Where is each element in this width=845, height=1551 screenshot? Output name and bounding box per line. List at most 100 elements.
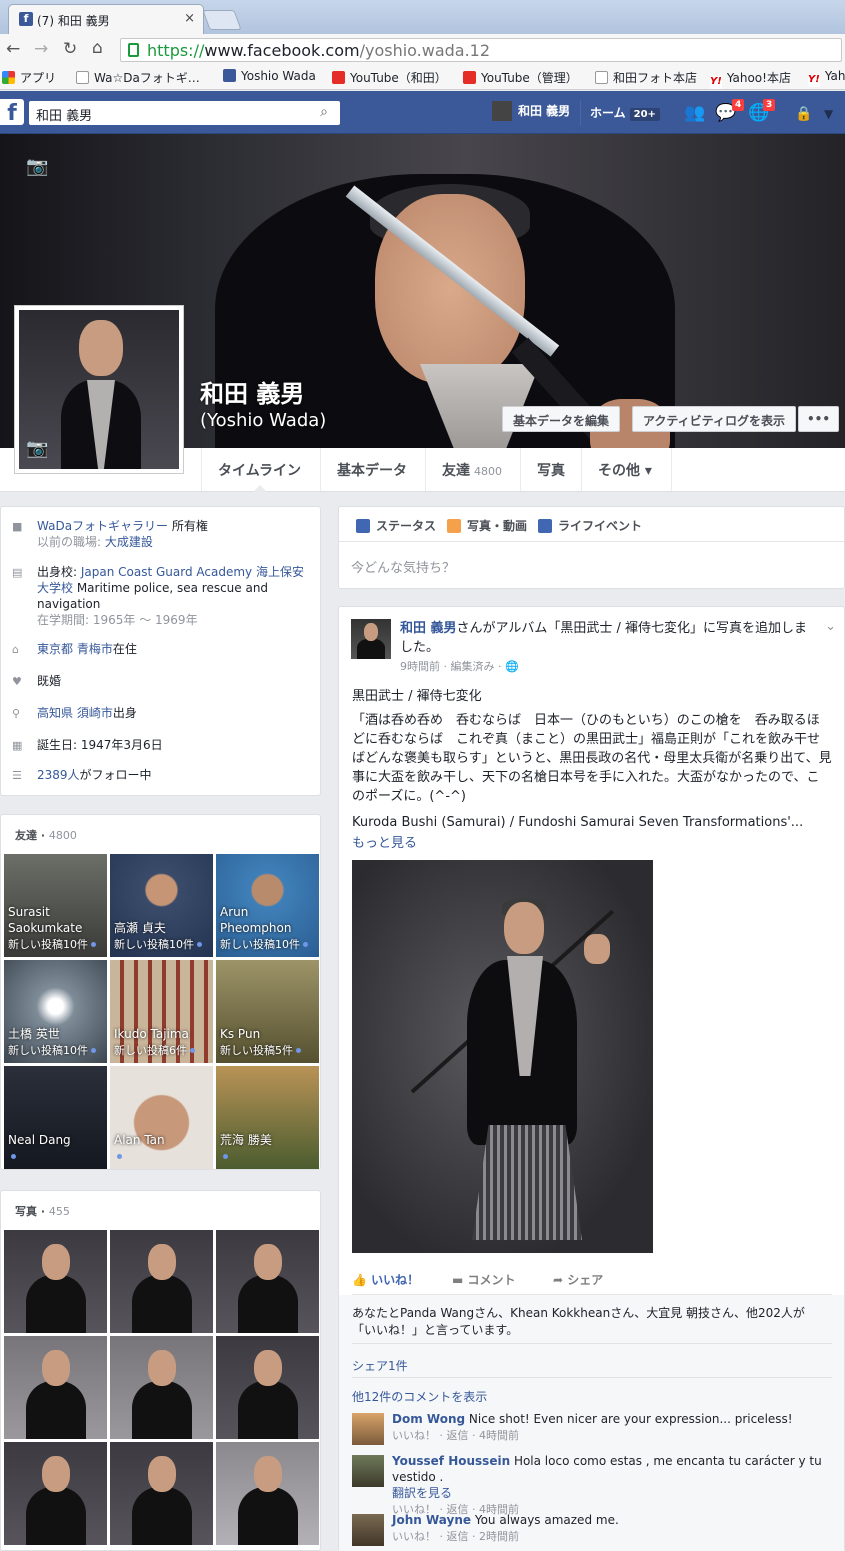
edit-profile-button[interactable]: 基本データを編集	[502, 406, 621, 432]
like-button[interactable]: 👍 いいね！	[352, 1271, 419, 1288]
user-profile-link[interactable]: 和田 義男	[492, 101, 570, 125]
commenter-avatar[interactable]	[352, 1413, 384, 1445]
friend-name: Alan Tan	[114, 1133, 165, 1147]
facebook-logo-icon[interactable]: f	[0, 99, 24, 126]
post-options-chevron-down-icon[interactable]: ⌄	[825, 619, 836, 634]
post-actions: 👍 いいね！ ▬ コメント ➦ シェア	[352, 1271, 832, 1291]
bookmark-item[interactable]: Y! Yahoo!本店	[710, 69, 791, 89]
post-action-text: さんがアルバム「黒田武士 / 褌侍七変化」に写真を追加しました。	[400, 621, 808, 655]
search-icon[interactable]: ⌕	[320, 104, 328, 120]
friend-tile[interactable]: Neal Dang	[4, 1066, 107, 1169]
bookmark-apps[interactable]: アプリ	[2, 69, 56, 86]
back-icon[interactable]: ←	[6, 39, 20, 59]
home-icon[interactable]: ⌂	[92, 38, 103, 58]
bookmark-item[interactable]: Y! Yah	[808, 69, 845, 87]
tab-close-icon[interactable]: ×	[184, 11, 195, 26]
commenter-avatar[interactable]	[352, 1455, 384, 1487]
work-place-link[interactable]: WaDaフォトギャラリー	[37, 519, 168, 533]
update-profile-picture-camera-icon[interactable]: 📷	[26, 438, 48, 459]
shares-link[interactable]: シェア1件	[352, 1357, 408, 1374]
update-cover-camera-icon[interactable]: 📷	[26, 156, 48, 177]
friend-tile[interactable]: Alan Tan	[110, 1066, 213, 1169]
tab-about[interactable]: 基本データ	[320, 448, 425, 491]
bookmark-item[interactable]: Wa☆Daフォトギ…	[76, 69, 200, 86]
hometown-link[interactable]: 高知県 須崎市	[37, 706, 113, 720]
share-button[interactable]: ➦ シェア	[553, 1271, 603, 1288]
home-link[interactable]: ホーム 20+	[590, 104, 660, 121]
friends-card-title[interactable]: 友達 · 4800	[15, 827, 77, 843]
friend-tile[interactable]: Arun Pheomphon 新しい投稿10件	[216, 854, 319, 957]
post-timestamp[interactable]: 9時間前 · 編集済み · 🌐	[400, 658, 519, 674]
likes-summary[interactable]: あなたとPanda Wangさん、Khean Kokkheanさん、大宜見 朝技…	[352, 1305, 822, 1339]
bookmark-item[interactable]: Yoshio Wada	[223, 69, 316, 83]
commenter-avatar[interactable]	[352, 1514, 384, 1546]
forward-icon[interactable]: →	[34, 39, 48, 59]
new-tab-button[interactable]	[202, 10, 242, 30]
composer-tab-photo-video[interactable]: 写真・動画	[447, 517, 527, 534]
photo-thumbnail[interactable]	[4, 1336, 107, 1439]
see-more-link[interactable]: もっと見る	[352, 832, 417, 851]
tab-more[interactable]: その他 ▾	[581, 448, 672, 491]
photo-thumbnail[interactable]	[4, 1230, 107, 1333]
lives-in-link[interactable]: 東京都 青梅市	[37, 642, 113, 656]
photo-thumbnail[interactable]	[216, 1442, 319, 1545]
photos-title: 写真	[15, 1205, 37, 1218]
post-author-avatar[interactable]	[351, 619, 391, 659]
photos-card-title[interactable]: 写真 · 455	[15, 1203, 70, 1219]
friend-tile[interactable]: Surasit Saokumkate 新しい投稿10件	[4, 854, 107, 957]
bookmark-label: YouTube（管理）	[481, 71, 578, 85]
commenter-name[interactable]: John Wayne	[392, 1513, 471, 1527]
photo-thumbnail[interactable]	[110, 1442, 213, 1545]
view-more-comments-link[interactable]: 他12件のコメントを表示	[352, 1388, 487, 1405]
commenter-name[interactable]: Youssef Houssein	[392, 1454, 510, 1468]
messages-badge: 4	[732, 99, 745, 111]
friend-tile[interactable]: 高瀬 貞夫 新しい投稿10件	[110, 854, 213, 957]
friends-count: 4800	[48, 829, 77, 842]
photo-thumbnail[interactable]	[216, 1336, 319, 1439]
address-bar[interactable]: https://www.facebook.com/yoshio.wada.12	[120, 38, 842, 62]
photo-thumbnail[interactable]	[4, 1442, 107, 1545]
comment-meta[interactable]: いいね！ · 返信 · 2時間前	[392, 1530, 519, 1543]
composer-tab-life-event[interactable]: ライフイベント	[538, 517, 642, 534]
composer-input[interactable]: 今どんな気持ち？	[351, 557, 455, 576]
photo-thumbnail[interactable]	[110, 1230, 213, 1333]
photo-thumbnail[interactable]	[110, 1336, 213, 1439]
photo-thumbnail[interactable]	[216, 1230, 319, 1333]
youtube-icon	[332, 71, 345, 84]
photo-icon	[447, 519, 461, 533]
bookmark-item[interactable]: YouTube（和田）	[332, 69, 447, 86]
commenter-name[interactable]: Dom Wong	[392, 1412, 465, 1426]
composer-tab-status[interactable]: ステータス	[356, 517, 436, 534]
followers-link[interactable]: 2389人	[37, 768, 80, 782]
tab-photos[interactable]: 写真	[520, 448, 581, 491]
location-pin-icon: ⚲	[12, 707, 21, 720]
avatar	[492, 101, 512, 121]
tab-friends[interactable]: 友達 4800	[425, 448, 520, 491]
flag-icon	[538, 519, 552, 533]
prev-work-link[interactable]: 大成建設	[105, 535, 153, 549]
more-options-button[interactable]: •••	[798, 406, 840, 432]
pencil-icon	[356, 519, 370, 533]
reload-icon[interactable]: ↻	[63, 39, 77, 59]
browser-tab[interactable]: f (7) 和田 義男 ×	[8, 4, 204, 34]
account-menu-chevron-down-icon[interactable]: ▼	[824, 107, 833, 121]
friend-tile[interactable]: 荒海 勝美	[216, 1066, 319, 1169]
view-activity-log-button[interactable]: アクティビティログを表示	[632, 406, 796, 432]
friend-tile[interactable]: 土橋 英世 新しい投稿10件	[4, 960, 107, 1063]
search-input[interactable]: 和田 義男 ⌕	[29, 101, 340, 125]
see-translation-link[interactable]: 翻訳を見る	[392, 1486, 452, 1500]
friend-tile[interactable]: Ks Pun 新しい投稿5件	[216, 960, 319, 1063]
privacy-shortcuts-icon[interactable]: 🔒	[795, 106, 812, 122]
post-photo[interactable]	[352, 860, 653, 1253]
bookmark-item[interactable]: YouTube（管理）	[463, 69, 578, 86]
post-author-link[interactable]: 和田 義男	[400, 621, 457, 636]
profile-name: 和田 義男	[200, 380, 305, 408]
friend-requests-icon[interactable]: 👥	[684, 103, 705, 123]
divider	[339, 541, 844, 542]
friend-tile[interactable]: Ikudo Tajima 新しい投稿6件	[110, 960, 213, 1063]
timeline-post: 和田 義男さんがアルバム「黒田武士 / 褌侍七変化」に写真を追加しました。 9時…	[338, 606, 845, 1551]
post-social-section: あなたとPanda Wangさん、Khean Kokkheanさん、大宜見 朝技…	[339, 1295, 844, 1551]
bookmark-item[interactable]: 和田フォト本店	[595, 69, 697, 86]
comment-button[interactable]: ▬ コメント	[452, 1271, 516, 1288]
comment-meta[interactable]: いいね！ · 返信 · 4時間前	[392, 1429, 519, 1442]
